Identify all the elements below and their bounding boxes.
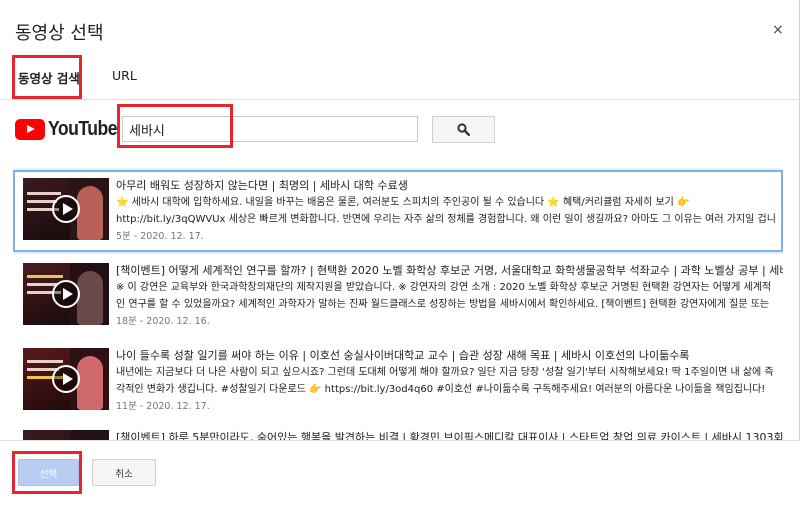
result-item[interactable]: [책이벤트] 하루 5분만이라도, 숨어있는 행복을 발견하는 비결 | 황경민… bbox=[13, 422, 783, 440]
result-meta: 18분 - 2020. 12. 16. bbox=[116, 316, 210, 327]
video-thumbnail bbox=[23, 348, 109, 410]
play-icon bbox=[52, 195, 80, 223]
result-description: 내년에는 지금보다 더 나은 사람이 되고 싶으시죠? 그런데 도대체 어떻게 … bbox=[116, 367, 774, 395]
video-thumbnail bbox=[23, 263, 109, 325]
search-button[interactable] bbox=[432, 116, 495, 143]
tab-url[interactable]: URL bbox=[112, 68, 137, 83]
cancel-button[interactable]: 취소 bbox=[92, 459, 156, 486]
result-item[interactable]: [책이벤트] 어떻게 세계적인 연구를 할까? | 현택환 2020 노벨 화학… bbox=[13, 255, 783, 337]
search-icon bbox=[457, 123, 470, 136]
result-description: ⭐ 세바시 대학에 입학하세요. 내일을 바꾸는 배움은 물론, 여러분도 스피… bbox=[116, 197, 776, 225]
result-meta: 5분 - 2020. 12. 17. bbox=[116, 231, 204, 242]
close-icon[interactable]: × bbox=[772, 23, 784, 37]
select-button[interactable]: 선택 bbox=[18, 459, 79, 486]
search-results-list: 아무리 배워도 성장하지 않는다면 | 최명의 | 세바시 대학 수료생 ⭐ 세… bbox=[13, 168, 783, 440]
result-title: 나이 들수록 성찰 일기를 써야 하는 이유 | 이호선 숭실사이버대학교 교수… bbox=[116, 349, 690, 362]
tab-bar: 동영상 검색 URL bbox=[0, 54, 800, 100]
result-item[interactable]: 나이 들수록 성찰 일기를 써야 하는 이유 | 이호선 숭실사이버대학교 교수… bbox=[13, 340, 783, 422]
result-title: [책이벤트] 하루 5분만이라도, 숨어있는 행복을 발견하는 비결 | 황경민… bbox=[116, 431, 783, 440]
result-title: [책이벤트] 어떻게 세계적인 연구를 할까? | 현택환 2020 노벨 화학… bbox=[116, 264, 783, 277]
youtube-logo-text: YouTube bbox=[48, 118, 118, 140]
youtube-play-icon bbox=[15, 119, 45, 140]
play-icon bbox=[52, 365, 80, 393]
result-item[interactable]: 아무리 배워도 성장하지 않는다면 | 최명의 | 세바시 대학 수료생 ⭐ 세… bbox=[13, 170, 783, 252]
play-icon bbox=[52, 280, 80, 308]
dialog-footer: 선택 취소 bbox=[0, 440, 800, 506]
video-select-dialog: 동영상 선택 × 동영상 검색 URL YouTube 아무리 배워도 성장하지 bbox=[0, 0, 800, 506]
dialog-title: 동영상 선택 bbox=[15, 23, 104, 44]
active-tab-indicator bbox=[14, 96, 76, 99]
result-meta: 11분 - 2020. 12. 17. bbox=[116, 401, 210, 412]
tab-video-search[interactable]: 동영상 검색 bbox=[18, 68, 80, 87]
video-thumbnail bbox=[23, 178, 109, 240]
youtube-logo: YouTube bbox=[15, 118, 126, 141]
result-description: ※ 이 강연은 교육부와 한국과학창의재단의 제작지원을 받았습니다. ※ 강연… bbox=[116, 282, 772, 310]
result-title: 아무리 배워도 성장하지 않는다면 | 최명의 | 세바시 대학 수료생 bbox=[116, 179, 408, 192]
search-input[interactable] bbox=[122, 116, 418, 142]
video-thumbnail bbox=[23, 430, 109, 440]
